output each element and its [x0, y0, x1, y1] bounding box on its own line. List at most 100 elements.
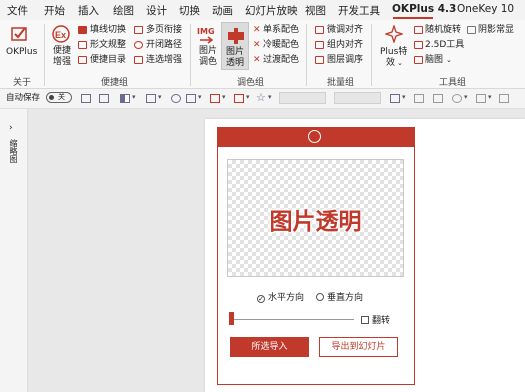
- tab-okplus[interactable]: OKPlus 4.3: [392, 3, 456, 15]
- chevron-down-icon[interactable]: ▾: [464, 93, 468, 101]
- tab-transition[interactable]: 切换: [179, 3, 200, 18]
- import-selected-button[interactable]: 所选导入: [230, 337, 309, 357]
- chevron-down-icon: ⌄: [397, 59, 403, 67]
- layer-order-icon: [315, 56, 324, 64]
- quick-big-label-2: 增强: [53, 57, 72, 67]
- transparent-image-icon: [228, 28, 244, 44]
- random-rotate-label: 随机旋转: [425, 25, 462, 35]
- ex-enhance-icon: Ex: [52, 25, 70, 43]
- tab-design[interactable]: 设计: [146, 3, 167, 18]
- chevron-down-icon[interactable]: ▾: [246, 93, 250, 101]
- group-align-icon: [315, 41, 324, 49]
- img-color-label-2: 调色: [199, 57, 218, 67]
- slide-layout-icon[interactable]: [81, 94, 91, 103]
- vertical-option[interactable]: 垂直方向: [316, 290, 363, 303]
- crop-icon[interactable]: [171, 94, 181, 103]
- fill-color-icon[interactable]: [120, 94, 130, 103]
- chevron-down-icon[interactable]: ▾: [198, 93, 202, 101]
- mindmap-label: 脑图: [425, 55, 444, 65]
- x-icon: ✕: [253, 25, 261, 35]
- tab-view[interactable]: 视图: [305, 3, 326, 18]
- vertical-label: 垂直方向: [327, 293, 364, 303]
- quick-access-toolbar: 自动保存 关 ▾ ▾ ▾ ▾ ▾ ☆ ▾ ▾ ▾ ▾: [0, 89, 525, 109]
- warm-cool-label: 冷暖配色: [263, 40, 300, 50]
- plus-label-1: Plus特: [380, 47, 408, 57]
- shape-text-icon: [78, 41, 87, 49]
- text-color-icon[interactable]: [234, 94, 244, 103]
- transparency-slider-thumb[interactable]: [229, 312, 234, 325]
- arrange-icon[interactable]: [476, 94, 486, 103]
- x-icon: ✕: [253, 40, 261, 50]
- group-label-tools: 工具组: [439, 78, 467, 88]
- toc-icon: [78, 56, 87, 64]
- autosave-toggle[interactable]: 关: [46, 92, 72, 103]
- format-icon[interactable]: [99, 94, 109, 103]
- group-label-batch: 批量组: [327, 78, 355, 88]
- tab-onekey[interactable]: OneKey 10: [457, 3, 514, 15]
- circle-icon[interactable]: [308, 130, 321, 143]
- multi-page-icon: [134, 26, 143, 34]
- tab-home[interactable]: 开始: [44, 3, 65, 18]
- chevron-down-icon[interactable]: ▾: [268, 93, 272, 101]
- outline-icon[interactable]: [433, 94, 443, 103]
- transparency-slider-track[interactable]: [234, 319, 354, 320]
- width-field[interactable]: [279, 92, 326, 104]
- shape-icon[interactable]: [146, 94, 156, 103]
- chevron-down-icon: ⌄: [446, 56, 452, 64]
- chevron-down-icon[interactable]: ▾: [132, 93, 136, 101]
- flip-checkbox[interactable]: 翻转: [361, 313, 390, 326]
- okplus-logo-icon: [11, 27, 27, 41]
- chevron-down-icon[interactable]: ▾: [402, 93, 406, 101]
- transparency-preview: 图片透明: [227, 159, 404, 277]
- multi-select-icon: [134, 56, 143, 64]
- effects-icon[interactable]: [452, 94, 462, 103]
- thumbnail-panel: › 缩略图: [0, 109, 28, 392]
- arrow-right-icon: [200, 36, 214, 44]
- chevron-down-icon[interactable]: ▾: [158, 93, 162, 101]
- active-tab-indicator: [393, 17, 433, 19]
- height-field[interactable]: [334, 92, 381, 104]
- tab-animation[interactable]: 动画: [212, 3, 233, 18]
- pen-icon[interactable]: [414, 94, 424, 103]
- expand-icon[interactable]: ›: [9, 123, 13, 134]
- highlight-icon[interactable]: [210, 94, 220, 103]
- x-icon: ✕: [253, 55, 261, 65]
- checkbox-icon: [361, 316, 369, 324]
- multi-page-label: 多页衔接: [146, 25, 183, 35]
- export-to-slide-button[interactable]: 导出到幻灯片: [319, 337, 398, 357]
- fine-align-icon: [315, 26, 324, 34]
- tab-file[interactable]: 文件: [7, 3, 28, 18]
- chevron-down-icon[interactable]: ▾: [488, 93, 492, 101]
- distribute-icon[interactable]: [390, 94, 400, 103]
- tab-insert[interactable]: 插入: [78, 3, 99, 18]
- align-icon[interactable]: [186, 94, 196, 103]
- single-scheme-label: 单系配色: [263, 25, 300, 35]
- horizontal-label: 水平方向: [268, 293, 305, 303]
- thumbnails-label[interactable]: 缩略图: [8, 139, 18, 163]
- tab-developer[interactable]: 开发工具: [338, 3, 380, 18]
- tab-draw[interactable]: 绘图: [113, 3, 134, 18]
- group-icon[interactable]: [499, 94, 509, 103]
- plus-label-2: 效: [386, 58, 396, 68]
- tab-slideshow[interactable]: 幻灯片放映: [245, 3, 298, 18]
- star-icon[interactable]: ☆: [256, 92, 266, 103]
- group-label-color: 调色组: [237, 78, 265, 88]
- toggle-knob: [49, 95, 54, 100]
- preview-text: 图片透明: [269, 209, 362, 235]
- shape-text-label: 形文规整: [90, 40, 127, 50]
- horizontal-option[interactable]: ✓ 水平方向: [257, 290, 304, 303]
- rotate-icon: [414, 26, 423, 34]
- chevron-down-icon[interactable]: ▾: [222, 93, 226, 101]
- fill-line-label: 填线切换: [90, 25, 127, 35]
- image-transparent-button[interactable]: 图片 透明: [221, 22, 249, 70]
- path-icon: [134, 41, 143, 49]
- toc-label: 便捷目录: [90, 55, 127, 65]
- img-transparent-label-2: 透明: [226, 58, 245, 68]
- group-separator: [44, 24, 45, 86]
- img-color-label-1: 图片: [199, 46, 218, 56]
- group-align-label: 组内对齐: [327, 40, 364, 50]
- check-icon: ✓: [257, 295, 265, 303]
- checkbox-icon: [467, 26, 476, 34]
- group-label-about: 关于: [13, 78, 32, 88]
- autosave-label: 自动保存: [6, 93, 41, 103]
